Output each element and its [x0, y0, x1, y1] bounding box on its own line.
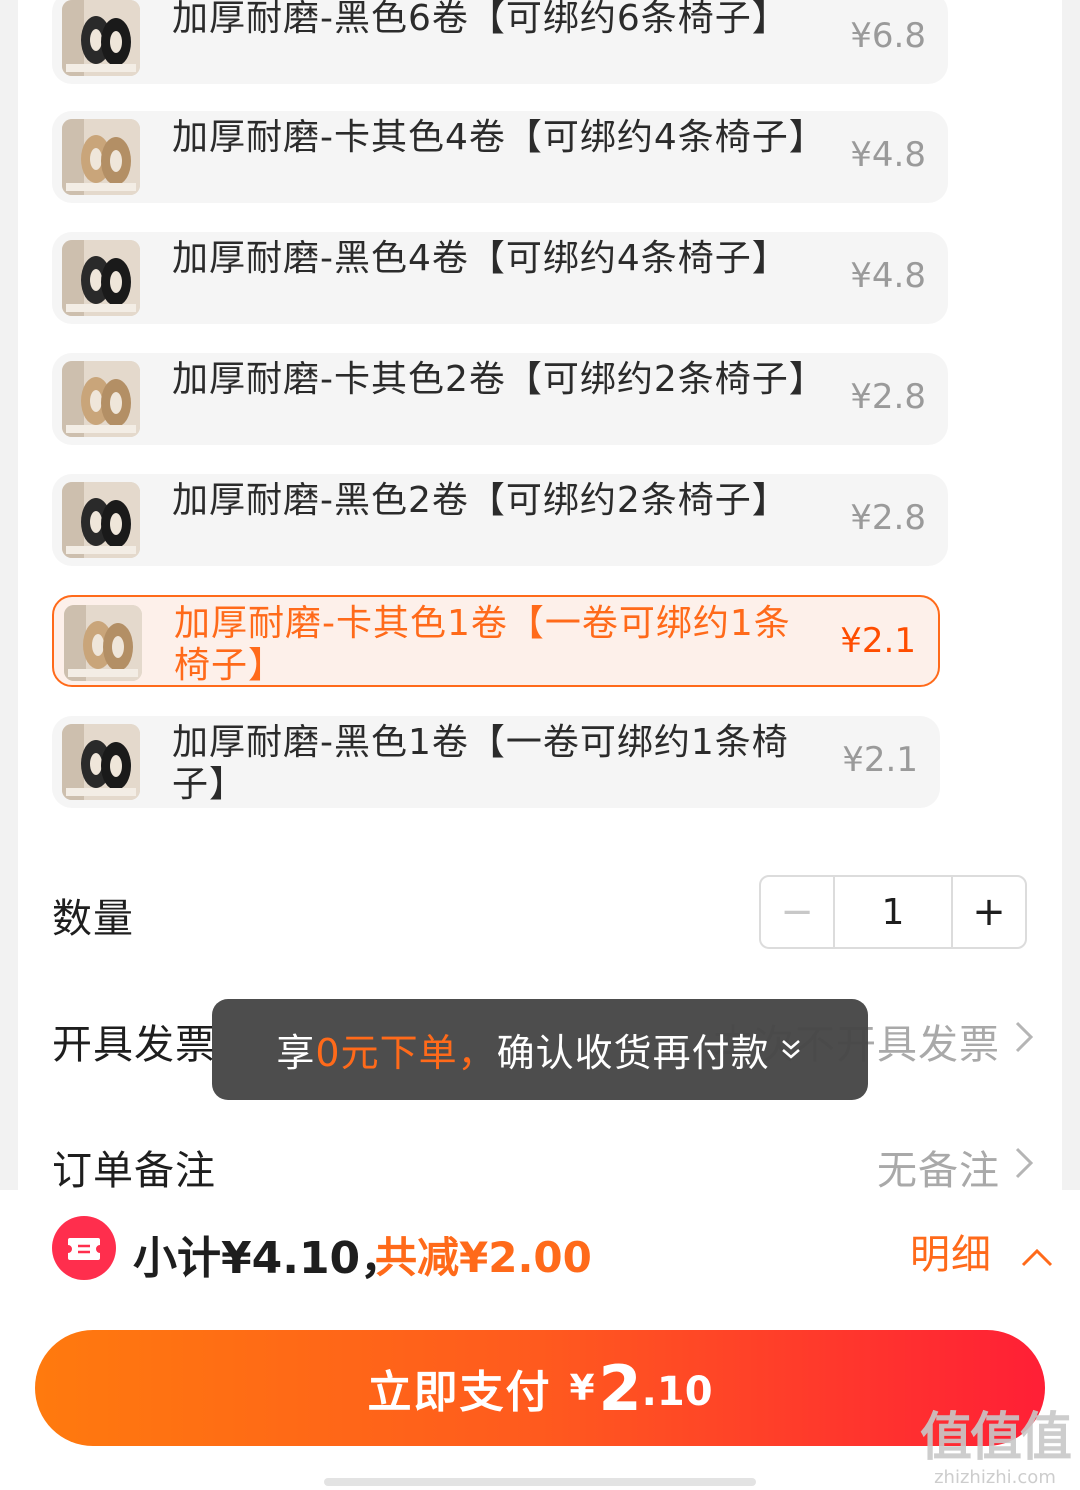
pay-now-label: 立即支付	[367, 1367, 552, 1418]
sku-name: 加厚耐磨-黑色4卷【可绑约4条椅子】	[172, 238, 789, 279]
sku-option[interactable]: 加厚耐磨-黑色2卷【可绑约2条椅子】 ¥2.8	[52, 474, 948, 566]
quantity-stepper: − 1 +	[759, 875, 1027, 949]
sku-name: 加厚耐磨-黑色2卷【可绑约2条椅子】	[172, 480, 789, 521]
sku-price: ¥4.8	[850, 256, 926, 296]
sku-option[interactable]: 加厚耐磨-黑色1卷【一卷可绑约1条椅子】 ¥2.1	[52, 716, 940, 808]
sku-name: 加厚耐磨-卡其色4卷【可绑约4条椅子】	[172, 117, 826, 158]
pay-amount-int: 2	[598, 1351, 642, 1425]
sku-option[interactable]: 加厚耐磨-卡其色1卷【一卷可绑约1条椅子】 ¥2.1	[52, 595, 940, 687]
invoice-label: 开具发票	[52, 1022, 216, 1068]
product-thumbnail	[62, 240, 140, 316]
pay-currency: ¥	[569, 1367, 595, 1409]
sku-price: ¥4.8	[850, 135, 926, 175]
pay-amount-dec: .10	[641, 1369, 713, 1415]
quantity-label: 数量	[52, 896, 134, 942]
sku-price: ¥6.8	[850, 16, 926, 56]
sku-option[interactable]: 加厚耐磨-卡其色4卷【可绑约4条椅子】 ¥4.8	[52, 111, 948, 203]
pay-now-button[interactable]: 立即支付 ¥ 2 .10	[35, 1330, 1045, 1446]
discount-text: 共减¥2.00	[375, 1233, 592, 1282]
chevron-right-icon	[1015, 1147, 1034, 1179]
sku-option[interactable]: 加厚耐磨-黑色6卷【可绑约6条椅子】 ¥6.8	[52, 0, 948, 84]
detail-toggle[interactable]: 明细	[910, 1222, 1054, 1280]
toast-prefix: 享	[276, 1031, 316, 1075]
remark-value: 无备注	[877, 1148, 1000, 1194]
product-thumbnail	[62, 482, 140, 558]
quantity-decrease-button[interactable]: −	[761, 877, 833, 947]
product-thumbnail	[62, 119, 140, 195]
home-indicator	[324, 1478, 756, 1486]
detail-label: 明细	[910, 1232, 992, 1278]
product-thumbnail	[62, 361, 140, 437]
sku-price: ¥2.8	[850, 498, 926, 538]
chevron-right-icon	[1015, 1021, 1034, 1053]
remark-label: 订单备注	[52, 1148, 216, 1194]
watermark-url: zhizhizhi.com	[934, 1467, 1056, 1488]
sku-name: 加厚耐磨-卡其色2卷【可绑约2条椅子】	[172, 359, 826, 400]
quantity-increase-button[interactable]: +	[953, 877, 1025, 947]
sku-name: 加厚耐磨-卡其色1卷【一卷可绑约1条椅子】	[174, 603, 791, 686]
product-thumbnail	[62, 724, 140, 800]
toast-highlight: 0元下单，	[315, 1031, 497, 1075]
chevron-up-icon	[1021, 1248, 1052, 1267]
product-thumbnail	[62, 0, 140, 76]
subtotal-text: 小计¥4.10，	[133, 1233, 405, 1284]
quantity-value[interactable]: 1	[833, 877, 953, 947]
pay-later-toast[interactable]: 享 0元下单， 确认收货再付款	[212, 999, 868, 1100]
sku-price: ¥2.8	[850, 377, 926, 417]
sku-option[interactable]: 加厚耐磨-卡其色2卷【可绑约2条椅子】 ¥2.8	[52, 353, 948, 445]
sku-name: 加厚耐磨-黑色6卷【可绑约6条椅子】	[172, 0, 789, 39]
double-chevron-down-icon	[781, 1039, 800, 1059]
sku-name: 加厚耐磨-黑色1卷【一卷可绑约1条椅子】	[172, 722, 789, 805]
coupon-icon	[52, 1216, 116, 1280]
sku-price: ¥2.1	[840, 621, 916, 661]
sku-price: ¥2.1	[842, 740, 918, 780]
watermark-logo: 值值值	[919, 1408, 1072, 1468]
watermark: 值值值 zhizhizhi.com	[919, 1408, 1072, 1488]
sku-option[interactable]: 加厚耐磨-黑色4卷【可绑约4条椅子】 ¥4.8	[52, 232, 948, 324]
toast-suffix: 确认收货再付款	[496, 1031, 770, 1075]
product-thumbnail	[64, 605, 142, 681]
